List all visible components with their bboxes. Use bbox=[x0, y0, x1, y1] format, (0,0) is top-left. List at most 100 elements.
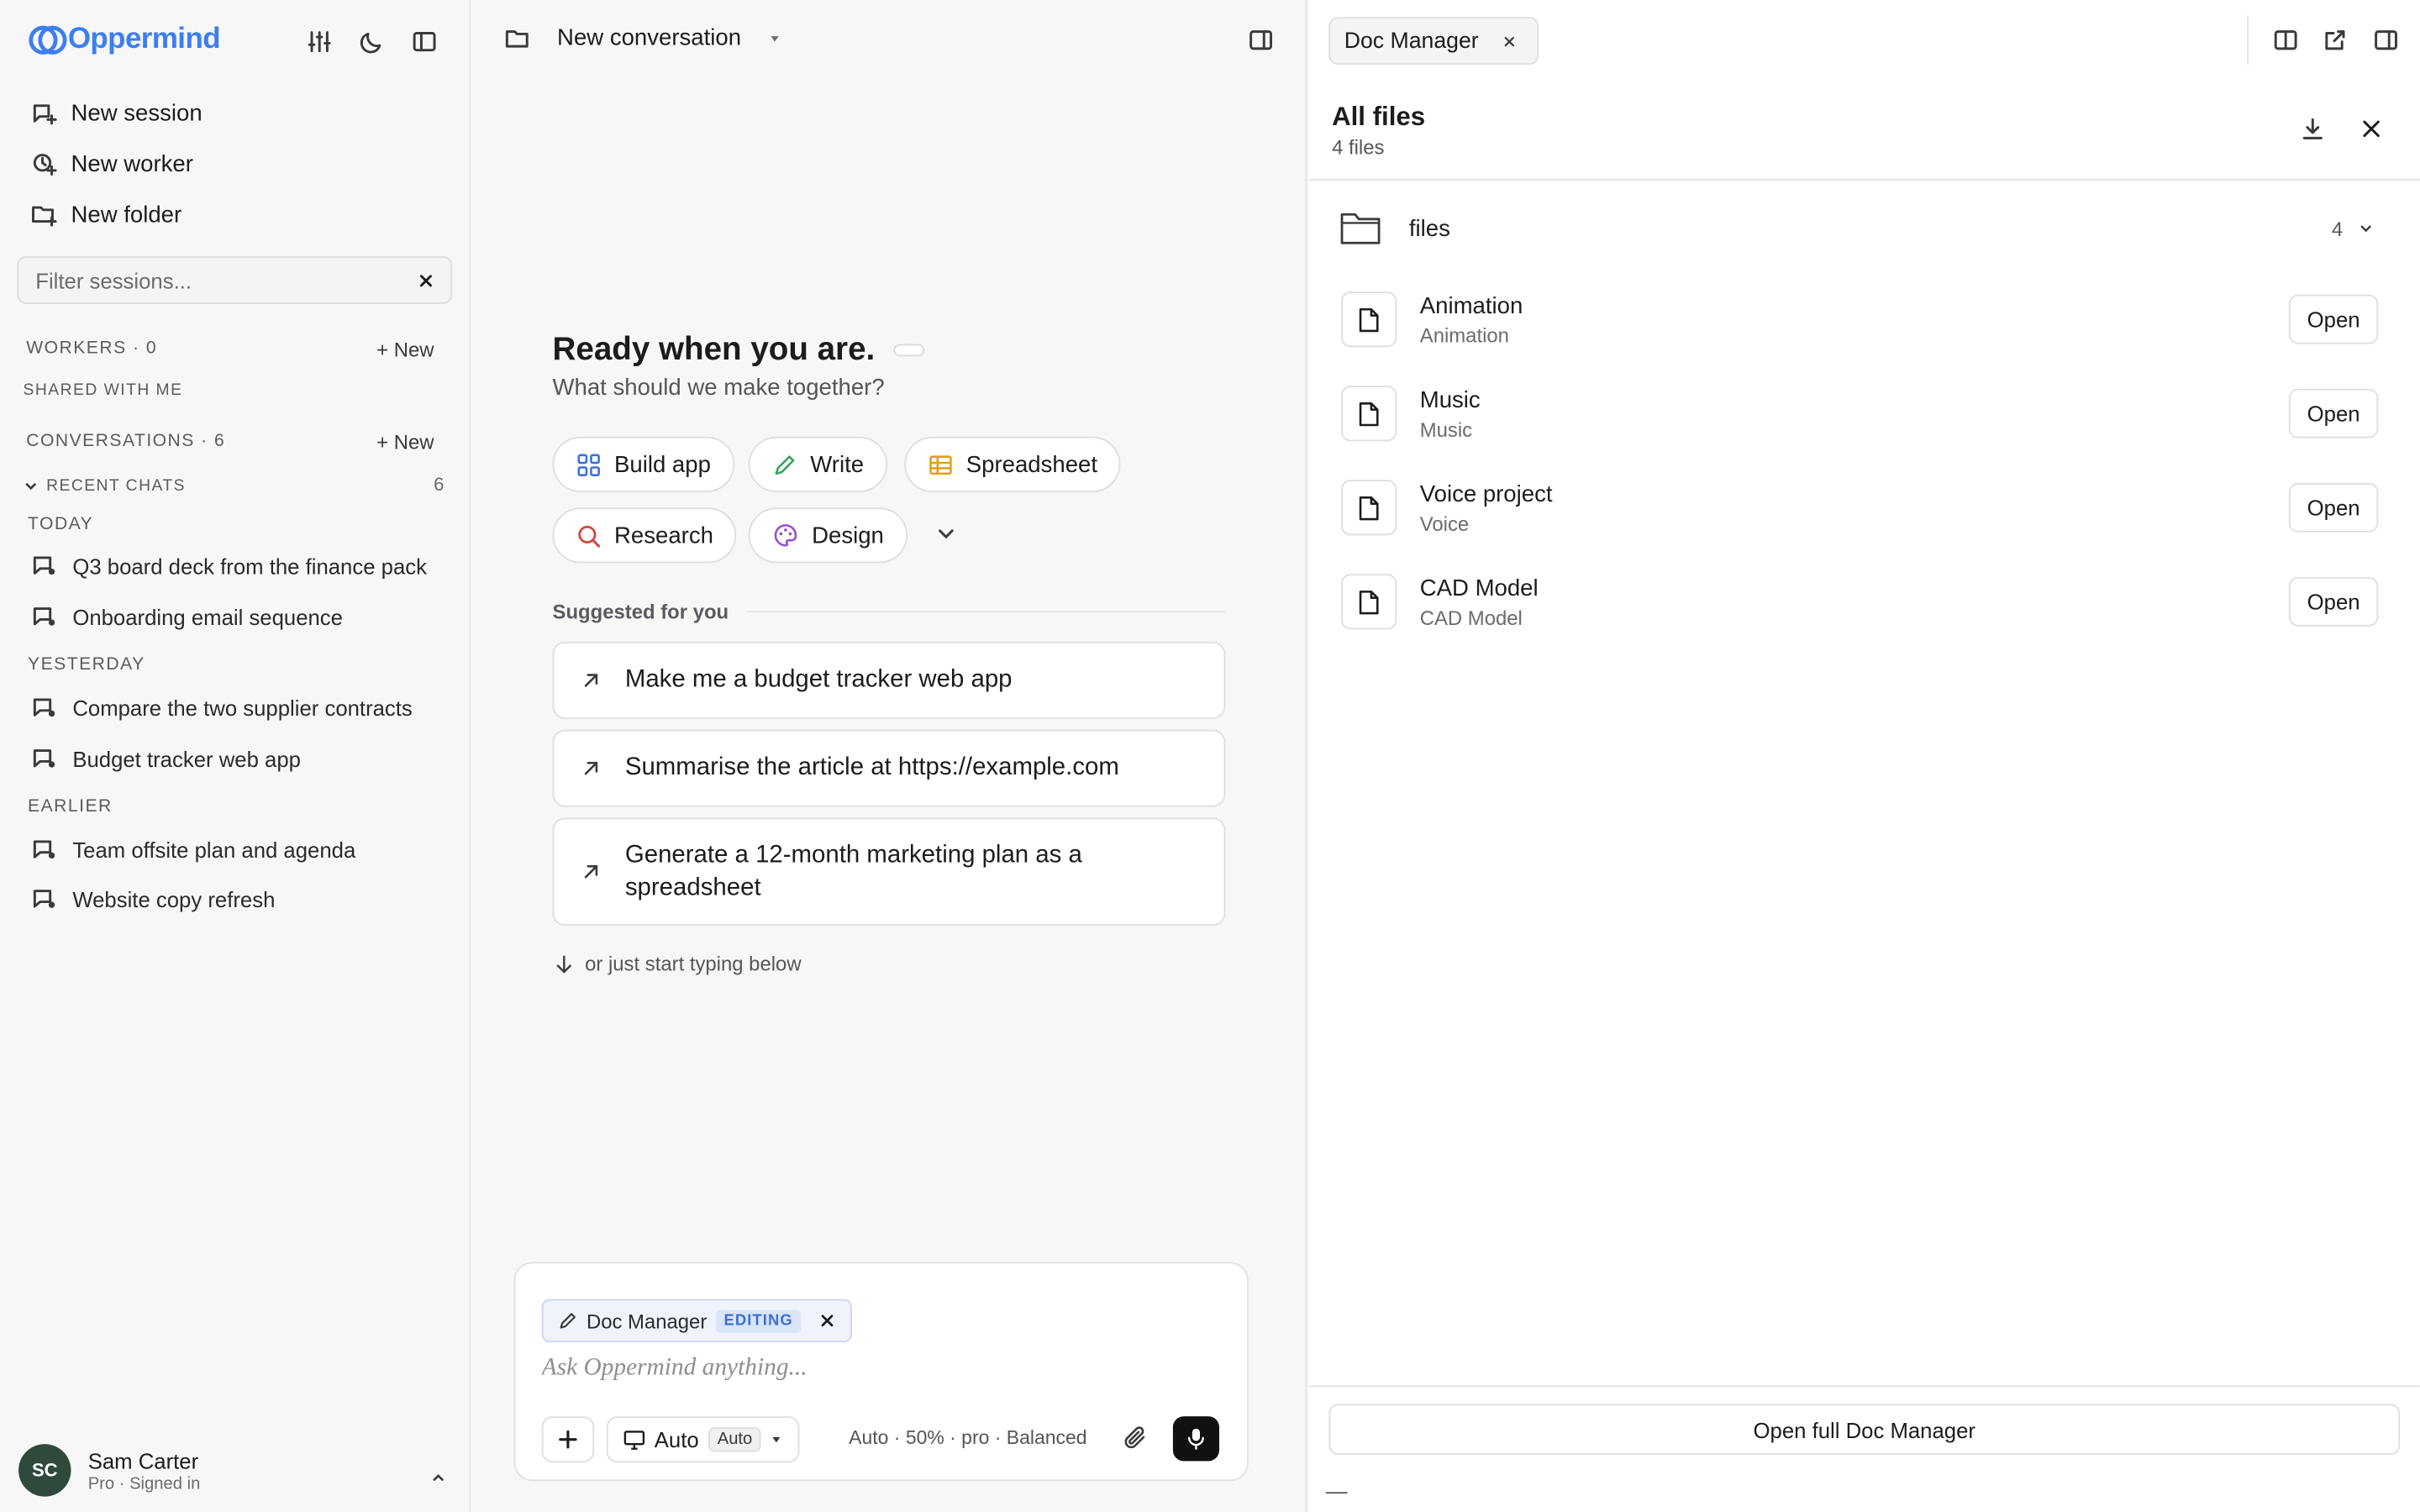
chat-item[interactable]: Budget tracker web app bbox=[31, 745, 301, 771]
workers-label: WORKERS · 0 bbox=[26, 339, 158, 359]
chat-item-label: Onboarding email sequence bbox=[72, 604, 343, 629]
chat-item[interactable]: Q3 board deck from the finance pack bbox=[31, 553, 427, 579]
chat-icon bbox=[33, 840, 55, 859]
file-icon bbox=[1341, 386, 1397, 442]
more-chips-button[interactable] bbox=[935, 523, 957, 545]
clear-filter-icon[interactable] bbox=[418, 272, 434, 287]
file-icon bbox=[1341, 291, 1397, 348]
chat-icon bbox=[33, 749, 55, 768]
close-icon[interactable] bbox=[819, 1313, 834, 1328]
open-file-button[interactable]: Open bbox=[2288, 576, 2379, 627]
file-row[interactable]: CAD Model CAD Model Open bbox=[1341, 563, 2379, 640]
open-file-button[interactable]: Open bbox=[2288, 388, 2379, 438]
suggestion-text: Generate a 12-month marketing plan as a … bbox=[624, 842, 1082, 901]
file-type: Music bbox=[1419, 417, 1473, 441]
chat-item[interactable]: Compare the two supplier contracts bbox=[31, 695, 413, 721]
new-worker-label: New worker bbox=[71, 150, 193, 178]
chat-icon bbox=[33, 890, 55, 908]
chat-item-label: Website copy refresh bbox=[72, 886, 276, 911]
new-session-icon bbox=[33, 104, 57, 125]
context-tag: Doc Manager EDITING bbox=[541, 1299, 852, 1342]
recent-chats-toggle[interactable]: RECENT CHATS bbox=[24, 477, 186, 496]
add-attachment-button[interactable] bbox=[541, 1416, 595, 1463]
voice-input-button[interactable] bbox=[1172, 1416, 1219, 1462]
new-worker-link[interactable]: + New bbox=[376, 338, 434, 361]
filter-sessions-input[interactable] bbox=[35, 267, 376, 293]
chat-item[interactable]: Website copy refresh bbox=[31, 885, 276, 911]
file-row[interactable]: Voice project Voice Open bbox=[1341, 469, 2379, 546]
table-icon bbox=[929, 454, 952, 475]
close-panel-icon[interactable] bbox=[2361, 118, 2381, 139]
editing-badge: EDITING bbox=[716, 1309, 801, 1332]
file-icon bbox=[1341, 480, 1397, 536]
open-file-button[interactable]: Open bbox=[2288, 482, 2379, 533]
microphone-icon bbox=[1187, 1428, 1204, 1450]
moon-icon[interactable] bbox=[355, 24, 388, 58]
file-row[interactable]: Animation Animation Open bbox=[1341, 281, 2379, 358]
chip-design[interactable]: Design bbox=[748, 507, 908, 564]
suggestion-text: Make me a budget tracker web app bbox=[624, 666, 1013, 693]
new-conversation-link[interactable]: + New bbox=[376, 430, 434, 454]
sidebar: Oppermind New session New worker New fol… bbox=[0, 0, 471, 1512]
new-worker-button[interactable]: New worker bbox=[31, 151, 193, 177]
tab-doc-manager[interactable]: Doc Manager bbox=[1328, 17, 1539, 66]
new-folder-button[interactable]: New folder bbox=[31, 202, 182, 228]
avatar: SC bbox=[18, 1444, 71, 1497]
sidebar-toggle-icon[interactable] bbox=[408, 24, 441, 58]
file-type: Voice bbox=[1419, 511, 1470, 535]
shared-with-me-label[interactable]: SHARED WITH ME bbox=[24, 381, 183, 400]
pencil-icon bbox=[560, 1313, 576, 1329]
sidebar-right-icon[interactable] bbox=[2374, 28, 2398, 52]
caret-down-icon[interactable] bbox=[769, 32, 781, 45]
user-profile[interactable]: SC Sam Carter Pro · Signed in bbox=[18, 1444, 200, 1497]
group-label-earlier: EARLIER bbox=[28, 797, 113, 816]
arrow-down-icon bbox=[556, 954, 571, 973]
close-icon[interactable] bbox=[1503, 34, 1516, 47]
suggestion-card[interactable]: Generate a 12-month marketing plan as a … bbox=[552, 817, 1226, 927]
open-file-button[interactable]: Open bbox=[2288, 294, 2379, 344]
folder-row[interactable]: files 4 bbox=[1339, 210, 2374, 247]
chip-build-app[interactable]: Build app bbox=[552, 436, 734, 492]
chip-spreadsheet[interactable]: Spreadsheet bbox=[904, 436, 1121, 492]
chat-item[interactable]: Team offsite plan and agenda bbox=[31, 836, 355, 862]
app-logo[interactable]: Oppermind bbox=[28, 20, 221, 60]
open-full-doc-manager-button[interactable]: Open full Doc Manager bbox=[1328, 1404, 2401, 1456]
folder-count: 4 bbox=[2331, 217, 2344, 240]
file-icon bbox=[1341, 574, 1397, 630]
chevron-down-icon bbox=[939, 529, 954, 539]
logo-mark-icon bbox=[29, 25, 67, 55]
conversation-pane: New conversation Ready when you are. Wha… bbox=[471, 0, 1307, 1512]
group-label-yesterday: YESTERDAY bbox=[28, 655, 145, 675]
split-view-icon[interactable] bbox=[2273, 28, 2297, 52]
caret-down-icon bbox=[773, 1436, 781, 1443]
chat-item-label: Compare the two supplier contracts bbox=[72, 695, 413, 720]
suggestion-card[interactable]: Summarise the article at https://example… bbox=[552, 729, 1226, 807]
chip-write[interactable]: Write bbox=[748, 436, 887, 492]
group-label-today: TODAY bbox=[28, 515, 94, 534]
folder-icon[interactable] bbox=[505, 25, 529, 50]
paperclip-icon[interactable] bbox=[1122, 1424, 1148, 1450]
chevron-up-icon[interactable] bbox=[432, 1472, 445, 1484]
conversation-title[interactable]: New conversation bbox=[557, 24, 741, 50]
suggested-label: Suggested for you bbox=[552, 600, 729, 624]
chat-icon bbox=[33, 556, 55, 575]
suggested-header: Suggested for you bbox=[553, 600, 1226, 623]
mode-label: Auto bbox=[654, 1426, 699, 1452]
pencil-icon bbox=[775, 454, 795, 475]
hero-subtitle: What should we make together? bbox=[552, 375, 885, 402]
external-link-icon[interactable] bbox=[2323, 28, 2347, 52]
file-row[interactable]: Music Music Open bbox=[1341, 375, 2379, 452]
sliders-icon[interactable] bbox=[302, 24, 336, 58]
suggestion-card[interactable]: Make me a budget tracker web app bbox=[552, 642, 1226, 719]
chat-item[interactable]: Onboarding email sequence bbox=[31, 603, 343, 629]
conversation-header: New conversation bbox=[505, 24, 781, 51]
message-input[interactable] bbox=[541, 1354, 1206, 1383]
download-icon[interactable] bbox=[2302, 118, 2325, 141]
new-session-button[interactable]: New session bbox=[31, 100, 203, 127]
chip-research[interactable]: Research bbox=[552, 507, 737, 564]
mode-selector[interactable]: Auto Auto bbox=[606, 1416, 801, 1463]
chevron-down-icon[interactable] bbox=[2358, 221, 2373, 236]
hero-pill bbox=[893, 344, 925, 357]
app-name: Oppermind bbox=[67, 23, 221, 56]
panel-toggle-icon[interactable] bbox=[1249, 28, 1273, 52]
